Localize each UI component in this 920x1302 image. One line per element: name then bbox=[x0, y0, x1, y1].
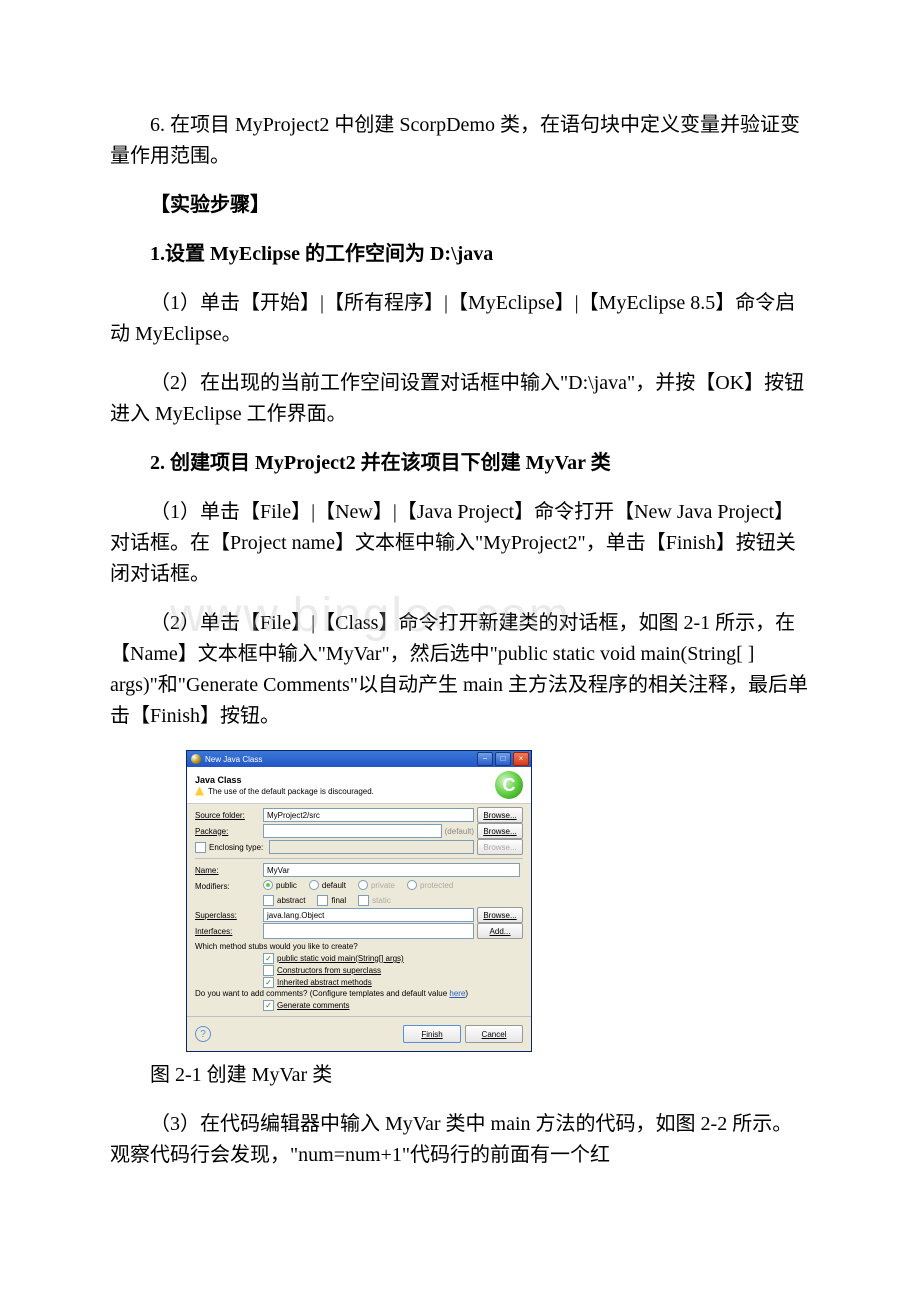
package-input[interactable] bbox=[263, 824, 442, 838]
modifier-default-label: default bbox=[322, 881, 346, 890]
modifier-final-label: final bbox=[331, 896, 346, 905]
banner-message: The use of the default package is discou… bbox=[208, 787, 374, 796]
package-default-text: (default) bbox=[445, 827, 474, 836]
superclass-input[interactable]: java.lang.Object bbox=[263, 908, 474, 922]
step-2-1: （1）单击【File】|【New】|【Java Project】命令打开【New… bbox=[110, 497, 810, 590]
new-java-class-dialog: New Java Class − □ × Java Class The use … bbox=[186, 750, 532, 1052]
finish-button[interactable]: Finish bbox=[403, 1025, 461, 1043]
browse-superclass-button[interactable]: Browse... bbox=[477, 907, 523, 923]
name-label: Name: bbox=[195, 866, 263, 875]
interfaces-label: Interfaces: bbox=[195, 927, 263, 936]
modifier-static-checkbox bbox=[358, 895, 369, 906]
modifier-public-radio[interactable] bbox=[263, 880, 273, 890]
package-label: Package: bbox=[195, 827, 263, 836]
modifier-private-label: private bbox=[371, 881, 395, 890]
add-interface-button[interactable]: Add... bbox=[477, 923, 523, 939]
window-title: New Java Class bbox=[205, 755, 262, 764]
form-area: Source folder: MyProject2/src Browse... … bbox=[187, 804, 531, 942]
modifier-default-radio[interactable] bbox=[309, 880, 319, 890]
browse-enclosing-button: Browse... bbox=[477, 839, 523, 855]
modifier-final-checkbox[interactable] bbox=[317, 895, 328, 906]
step-2-2: （2）单击【File】|【Class】命令打开新建类的对话框，如图 2-1 所示… bbox=[110, 608, 810, 732]
browse-package-button[interactable]: Browse... bbox=[477, 823, 523, 839]
stubs-section: Which method stubs would you like to cre… bbox=[187, 942, 531, 1016]
modifier-protected-radio bbox=[407, 880, 417, 890]
help-icon[interactable]: ? bbox=[195, 1026, 211, 1042]
minimize-button[interactable]: − bbox=[477, 752, 493, 766]
enclosing-type-label: Enclosing type: bbox=[209, 843, 269, 852]
enclosing-type-input bbox=[269, 840, 474, 854]
banner-title: Java Class bbox=[195, 775, 495, 785]
step-1-2: （2）在出现的当前工作空间设置对话框中输入"D:\java"，并按【OK】按钮进… bbox=[110, 368, 810, 430]
modifiers-label: Modifiers: bbox=[195, 882, 263, 891]
dialog-footer: ? Finish Cancel bbox=[187, 1016, 531, 1051]
paragraph-6: 6. 在项目 MyProject2 中创建 ScorpDemo 类，在语句块中定… bbox=[110, 110, 810, 172]
comments-question: Do you want to add comments? (Configure … bbox=[195, 989, 523, 998]
interfaces-input[interactable] bbox=[263, 923, 474, 939]
section-heading-steps: 【实验步骤】 bbox=[110, 190, 810, 221]
constructors-label: Constructors from superclass bbox=[277, 966, 381, 975]
inherited-methods-checkbox[interactable]: ✓ bbox=[263, 977, 274, 988]
modifier-private-radio bbox=[358, 880, 368, 890]
maximize-button[interactable]: □ bbox=[495, 752, 511, 766]
inherited-methods-label: Inherited abstract methods bbox=[277, 978, 372, 987]
modifier-public-label: public bbox=[276, 881, 297, 890]
browse-source-button[interactable]: Browse... bbox=[477, 807, 523, 823]
step-1-1: （1）单击【开始】|【所有程序】|【MyEclipse】|【MyEclipse … bbox=[110, 288, 810, 350]
section-heading-2: 2. 创建项目 MyProject2 并在该项目下创建 MyVar 类 bbox=[110, 448, 810, 479]
class-name-input[interactable]: MyVar bbox=[263, 863, 520, 877]
section-heading-1: 1.设置 MyEclipse 的工作空间为 D:\java bbox=[110, 239, 810, 270]
source-folder-input[interactable]: MyProject2/src bbox=[263, 808, 474, 822]
class-c-icon: C bbox=[495, 771, 523, 799]
modifier-protected-label: protected bbox=[420, 881, 453, 890]
superclass-label: Superclass: bbox=[195, 911, 263, 920]
stubs-question: Which method stubs would you like to cre… bbox=[195, 942, 523, 951]
warning-icon bbox=[195, 787, 204, 796]
enclosing-type-checkbox[interactable] bbox=[195, 842, 206, 853]
step-2-3: （3）在代码编辑器中输入 MyVar 类中 main 方法的代码，如图 2-2 … bbox=[110, 1109, 810, 1171]
document-page: 6. 在项目 MyProject2 中创建 ScorpDemo 类，在语句块中定… bbox=[0, 0, 920, 1229]
modifier-abstract-checkbox[interactable] bbox=[263, 895, 274, 906]
main-method-checkbox[interactable]: ✓ bbox=[263, 953, 274, 964]
generate-comments-label: Generate comments bbox=[277, 1001, 349, 1010]
here-link[interactable]: here bbox=[449, 989, 465, 998]
figure-caption: 图 2-1 创建 MyVar 类 bbox=[110, 1060, 810, 1091]
close-button[interactable]: × bbox=[513, 752, 529, 766]
eclipse-icon bbox=[191, 754, 201, 764]
dialog-banner: Java Class The use of the default packag… bbox=[187, 767, 531, 804]
cancel-button[interactable]: Cancel bbox=[465, 1025, 523, 1043]
constructors-checkbox[interactable] bbox=[263, 965, 274, 976]
modifier-abstract-label: abstract bbox=[277, 896, 305, 905]
main-method-label: public static void main(String[] args) bbox=[277, 954, 404, 963]
modifier-static-label: static bbox=[372, 896, 391, 905]
titlebar[interactable]: New Java Class − □ × bbox=[187, 751, 531, 767]
generate-comments-checkbox[interactable]: ✓ bbox=[263, 1000, 274, 1011]
source-folder-label: Source folder: bbox=[195, 811, 263, 820]
